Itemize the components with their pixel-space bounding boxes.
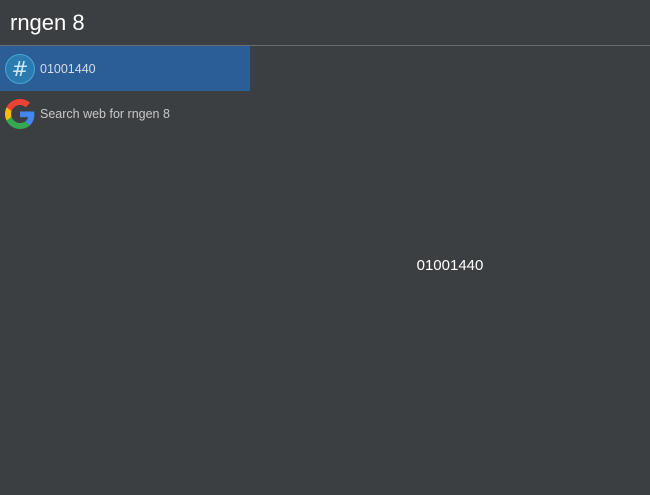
result-item-number[interactable]: # 01001440 bbox=[0, 46, 250, 91]
search-bar bbox=[0, 0, 650, 46]
result-item-web-search[interactable]: Search web for rngen 8 bbox=[0, 91, 250, 136]
hash-icon: # bbox=[5, 53, 35, 84]
search-input[interactable] bbox=[0, 0, 650, 45]
preview-value: 01001440 bbox=[416, 257, 484, 274]
result-label: 01001440 bbox=[40, 61, 96, 76]
google-icon bbox=[5, 98, 35, 129]
preview-pane: 01001440 bbox=[250, 46, 650, 495]
result-label: Search web for rngen 8 bbox=[40, 106, 170, 121]
launcher-window: # 01001440 Search web for rngen 8 010014… bbox=[0, 0, 650, 495]
results-list: # 01001440 Search web for rngen 8 bbox=[0, 46, 250, 136]
